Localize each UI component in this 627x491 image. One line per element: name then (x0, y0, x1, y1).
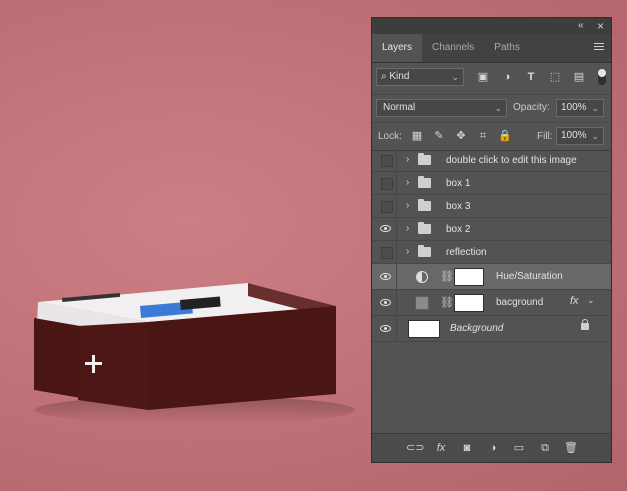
chevron-down-icon: ⌄ (494, 103, 502, 113)
lock-icon (581, 319, 589, 330)
fill-label: Fill: (537, 131, 553, 142)
adjustment-filter-icon[interactable]: ◑ (500, 70, 514, 84)
layer-thumbnail[interactable] (408, 320, 440, 338)
lock-row: Lock: ▦ ✎ ✥ ⌗ 🔒 Fill: 100% ⌄ (372, 123, 611, 151)
blend-mode-value: Normal (383, 102, 416, 113)
trash-icon[interactable]: 🗑 (564, 441, 578, 455)
chevron-down-icon: ⌄ (451, 72, 459, 82)
blend-mode-select[interactable]: Normal ⌄ (376, 99, 507, 117)
eye-icon (380, 272, 391, 280)
new-group-icon[interactable]: ▭ (512, 441, 526, 455)
collapse-icon[interactable]: « (578, 19, 584, 33)
layer-name: box 3 (446, 201, 471, 212)
new-adjustment-icon[interactable]: ◑ (486, 441, 500, 455)
lock-brush-icon[interactable]: ✎ (432, 129, 446, 143)
layers-bottom-toolbar: ⊂⊃ fx ◙ ◑ ▭ ⧉ 🗑 (372, 433, 611, 462)
layer-name: double click to edit this image (446, 155, 577, 166)
folder-icon (418, 222, 431, 234)
tab-paths[interactable]: Paths (484, 34, 530, 62)
chevron-right-icon[interactable]: › (406, 200, 409, 211)
layer-name: bacground (496, 297, 544, 308)
eye-icon (380, 298, 391, 306)
layer-mask-thumbnail[interactable] (454, 268, 484, 286)
layer-row-box-1[interactable]: › box 1 (372, 172, 611, 195)
fill-value: 100% (561, 130, 587, 141)
tab-channels[interactable]: Channels (422, 34, 484, 62)
visibility-toggle[interactable] (376, 149, 397, 171)
add-mask-icon[interactable]: ◙ (460, 441, 474, 455)
layer-name: box 2 (446, 224, 471, 235)
image-filter-icon[interactable]: ▣ (476, 70, 490, 84)
lock-all-icon[interactable]: 🔒 (498, 129, 512, 143)
visibility-toggle[interactable] (376, 218, 397, 240)
lock-artboard-icon[interactable]: ⌗ (476, 129, 490, 143)
visibility-toggle[interactable] (376, 264, 397, 289)
lock-transparent-icon[interactable]: ▦ (410, 129, 424, 143)
search-icon: ⌕ (381, 71, 387, 82)
lock-move-icon[interactable]: ✥ (454, 129, 468, 143)
layer-row-double-click[interactable]: › double click to edit this image (372, 149, 611, 172)
layer-row-hue-saturation[interactable]: ⛓ Hue/Saturation (372, 264, 611, 290)
chevron-right-icon[interactable]: › (406, 246, 409, 257)
shape-filter-icon[interactable]: ⬚ (548, 70, 562, 84)
folder-icon (418, 199, 431, 211)
opacity-label: Opacity: (513, 102, 550, 113)
adjustment-layer-icon (416, 271, 428, 283)
chevron-right-icon[interactable]: › (406, 177, 409, 188)
link-icon[interactable]: ⛓ (440, 296, 454, 309)
opacity-field[interactable]: 100% ⌄ (556, 99, 604, 117)
layer-row-box-2[interactable]: › box 2 (372, 218, 611, 241)
panel-tabs: Layers Channels Paths (372, 34, 611, 63)
layer-name: Hue/Saturation (496, 271, 563, 282)
panel-menu-icon[interactable] (594, 43, 604, 52)
folder-icon (418, 153, 431, 165)
chevron-down-icon: ⌄ (591, 103, 599, 113)
eye-icon (380, 225, 391, 232)
visibility-toggle[interactable] (376, 241, 397, 263)
visibility-toggle[interactable] (376, 290, 397, 315)
layer-row-background[interactable]: Background (372, 316, 611, 342)
close-icon[interactable]: × (597, 19, 604, 33)
chevron-right-icon[interactable]: › (406, 154, 409, 165)
layer-name: reflection (446, 247, 487, 258)
layer-mask-thumbnail[interactable] (454, 294, 484, 312)
layer-row-bacground[interactable]: ⛓ bacground fx ⌄ (372, 290, 611, 316)
layer-color-thumbnail[interactable] (415, 296, 429, 310)
layer-name: box 1 (446, 178, 471, 189)
fx-icon[interactable]: fx (570, 295, 579, 307)
box-mockup-image (34, 283, 355, 424)
opacity-value: 100% (561, 102, 587, 113)
visibility-toggle[interactable] (376, 195, 397, 217)
chevron-down-icon[interactable]: ⌄ (587, 295, 595, 306)
layer-row-reflection[interactable]: › reflection (372, 241, 611, 264)
filter-toggle[interactable] (598, 69, 606, 85)
link-layers-icon[interactable]: ⊂⊃ (406, 441, 424, 455)
eye-icon (380, 324, 391, 332)
layer-name: Background (450, 323, 504, 334)
lock-label: Lock: (378, 131, 402, 142)
blend-row: Normal ⌄ Opacity: 100% ⌄ (372, 95, 611, 123)
visibility-toggle[interactable] (376, 172, 397, 194)
fill-field[interactable]: 100% ⌄ (556, 127, 604, 145)
tab-layers[interactable]: Layers (372, 34, 423, 62)
chevron-right-icon[interactable]: › (406, 223, 409, 234)
layer-row-box-3[interactable]: › box 3 (372, 195, 611, 218)
fx-icon[interactable]: fx (434, 441, 448, 455)
layer-list: › double click to edit this image › box … (372, 149, 611, 342)
smart-object-filter-icon[interactable]: ▤ (572, 70, 586, 84)
panel-title-bar[interactable]: « × (372, 18, 611, 34)
type-filter-icon[interactable]: T (524, 70, 538, 84)
layers-panel: « × Layers Channels Paths ⌕ Kind ⌄ ▣ ◑ T… (371, 17, 612, 463)
chevron-down-icon: ⌄ (591, 131, 599, 141)
kind-filter-select[interactable]: ⌕ Kind ⌄ (376, 68, 464, 86)
folder-icon (418, 176, 431, 188)
kind-label: Kind (389, 71, 410, 82)
filter-row: ⌕ Kind ⌄ ▣ ◑ T ⬚ ▤ (372, 63, 611, 95)
visibility-toggle[interactable] (376, 316, 397, 341)
link-icon[interactable]: ⛓ (440, 270, 454, 283)
folder-icon (418, 245, 431, 257)
new-layer-icon[interactable]: ⧉ (538, 441, 552, 455)
